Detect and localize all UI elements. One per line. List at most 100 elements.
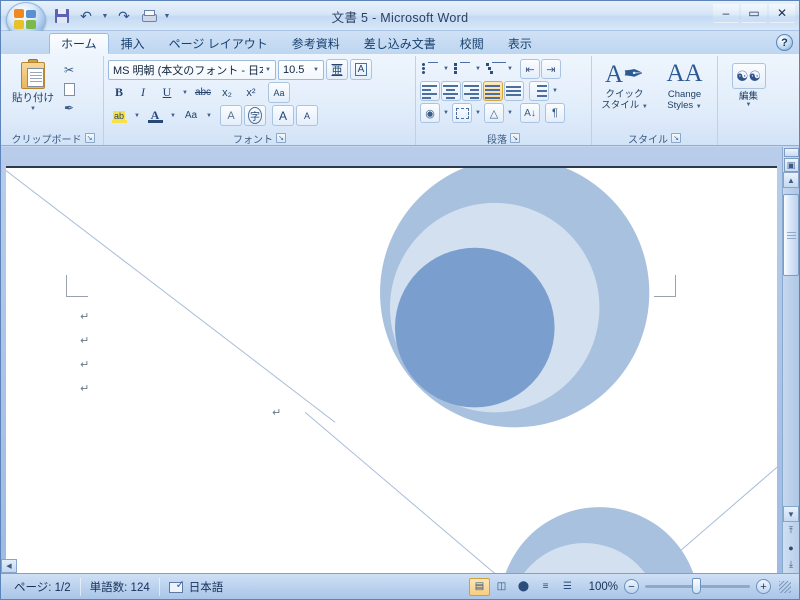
clipboard-group-label-row: クリップボード ↘	[7, 131, 99, 146]
phonetic-dropdown[interactable]: ▼	[505, 110, 515, 116]
subscript-button[interactable]: x₂	[216, 82, 238, 103]
align-center-button[interactable]	[441, 81, 461, 101]
bold-button[interactable]: B	[108, 82, 130, 103]
word-count-indicator[interactable]: 単語数: 124	[81, 577, 160, 596]
document-page[interactable]: ↵ ↵ ↵ ↵ ↵	[6, 166, 777, 573]
shading-dropdown[interactable]: ▼	[441, 110, 451, 116]
scroll-up-button[interactable]: ▲	[783, 172, 799, 188]
minimize-button[interactable]: –	[713, 3, 739, 23]
vertical-scroll-thumb[interactable]	[783, 194, 799, 276]
vertical-scroll-track[interactable]	[783, 188, 799, 506]
split-window-handle[interactable]	[783, 148, 799, 157]
show-formatting-marks-button[interactable]: ¶	[545, 103, 565, 123]
italic-button[interactable]: I	[132, 82, 154, 103]
zoom-slider-handle[interactable]	[692, 578, 701, 594]
tab-insert[interactable]: 挿入	[109, 33, 157, 54]
zoom-out-button[interactable]: −	[624, 579, 639, 594]
numbering-button[interactable]	[452, 59, 472, 79]
change-styles-button[interactable]: AA Change Styles ▼	[657, 59, 713, 113]
select-browse-object-button[interactable]: ●	[783, 539, 799, 556]
help-icon[interactable]: ?	[776, 34, 793, 51]
highlight-icon: ab	[112, 110, 125, 121]
enclose-character-button[interactable]: Aa	[180, 105, 202, 126]
tab-references[interactable]: 参考資料	[280, 33, 352, 54]
format-painter-button[interactable]: ✒	[59, 99, 79, 117]
bullets-button[interactable]	[420, 59, 440, 79]
font-dialog-launcher[interactable]: ↘	[276, 133, 286, 143]
sort-button[interactable]: A↓	[520, 103, 540, 123]
borders-dropdown[interactable]: ▼	[473, 110, 483, 116]
enclose-circle-button[interactable]: 字	[244, 105, 266, 126]
zoom-level-label[interactable]: 100%	[584, 581, 618, 593]
multilevel-list-button[interactable]	[484, 59, 506, 79]
line-spacing-button[interactable]	[529, 81, 549, 101]
clipboard-dialog-launcher[interactable]: ↘	[84, 133, 95, 143]
document-decorative-shapes	[6, 168, 777, 573]
horizontal-scroll-left-button[interactable]: ◀	[1, 559, 17, 573]
zoom-slider[interactable]	[645, 578, 750, 594]
line-spacing-dropdown[interactable]: ▼	[550, 88, 560, 94]
tab-mailings[interactable]: 差し込み文書	[352, 33, 448, 54]
borders-button[interactable]	[452, 103, 472, 123]
quick-styles-button[interactable]: A✒ クイック スタイル ▼	[597, 59, 653, 113]
print-layout-view-button[interactable]: ▤	[469, 577, 490, 596]
previous-object-button[interactable]: ⤒	[783, 522, 799, 539]
enclose-character-dropdown[interactable]: ▼	[204, 113, 214, 119]
paragraph-dialog-launcher[interactable]: ↘	[510, 133, 520, 143]
page-indicator[interactable]: ページ: 1/2	[5, 577, 81, 596]
copy-button[interactable]	[59, 80, 79, 98]
margin-corner-top-right	[654, 275, 676, 297]
web-layout-view-button[interactable]: ⬤	[513, 578, 534, 596]
phonetic-guide-button[interactable]: 亜	[326, 59, 348, 80]
justify-button[interactable]	[483, 81, 503, 101]
multilevel-list-dropdown[interactable]: ▼	[505, 66, 515, 72]
increase-indent-button[interactable]: ⇥	[541, 59, 561, 79]
highlight-dropdown[interactable]: ▼	[132, 113, 142, 119]
decrease-indent-button[interactable]: ⇤	[520, 59, 540, 79]
paste-button[interactable]: 貼り付け ▼	[7, 59, 59, 112]
draft-view-button[interactable]: ☰	[557, 578, 578, 596]
full-screen-reading-view-button[interactable]: ◫	[491, 578, 512, 596]
vertical-scrollbar[interactable]: ▣ ▲ ▼ ⤒ ● ⤓	[782, 147, 799, 573]
tab-home[interactable]: ホーム	[49, 33, 109, 54]
align-left-button[interactable]	[420, 81, 440, 101]
align-right-button[interactable]	[462, 81, 482, 101]
shading-button[interactable]: ◉	[420, 103, 440, 123]
language-indicator[interactable]: 日本語	[160, 578, 233, 596]
change-case-button[interactable]: Aa	[268, 82, 290, 103]
view-ruler-button[interactable]: ▣	[783, 158, 799, 172]
next-object-button[interactable]: ⤓	[783, 556, 799, 573]
font-color-button[interactable]: A	[144, 105, 166, 126]
scroll-down-button[interactable]: ▼	[783, 506, 799, 522]
styles-dialog-launcher[interactable]: ↘	[671, 133, 681, 143]
bullets-dropdown[interactable]: ▼	[441, 66, 451, 72]
strikethrough-button[interactable]: abc	[192, 82, 214, 103]
distribute-button[interactable]	[504, 81, 524, 101]
text-highlight-button[interactable]: ab	[108, 105, 130, 126]
superscript-button[interactable]: x²	[240, 82, 262, 103]
font-group-label: フォント	[233, 134, 273, 146]
cut-button[interactable]: ✂	[59, 61, 79, 79]
zoom-in-button[interactable]: +	[756, 579, 771, 594]
tab-view[interactable]: 表示	[496, 33, 544, 54]
underline-button[interactable]: U	[156, 82, 178, 103]
grow-font-button[interactable]: A	[272, 105, 294, 126]
editing-button[interactable]: ☯☯ 編集 ▼	[726, 63, 772, 108]
ribbon-group-clipboard: 貼り付け ▼ ✂ ✒ クリップボード ↘	[3, 56, 103, 146]
resize-grip[interactable]	[779, 580, 791, 593]
numbering-dropdown[interactable]: ▼	[473, 66, 483, 72]
tab-page-layout[interactable]: ページ レイアウト	[157, 33, 280, 54]
text-shading-button[interactable]: A	[220, 105, 242, 126]
close-button[interactable]: ✕	[769, 3, 795, 23]
outline-view-button[interactable]: ≡	[535, 578, 556, 596]
font-name-combobox[interactable]: MS 明朝 (本文のフォント - 日本語) ▼	[108, 59, 276, 80]
font-size-combobox[interactable]: 10.5 ▼	[278, 59, 324, 80]
underline-dropdown[interactable]: ▼	[180, 90, 190, 96]
decorative-line-2	[304, 411, 495, 573]
font-color-dropdown[interactable]: ▼	[168, 113, 178, 119]
maximize-button[interactable]: ▭	[741, 3, 767, 23]
phonetic-button[interactable]: △	[484, 103, 504, 123]
shrink-font-button[interactable]: A	[296, 105, 318, 126]
character-border-button[interactable]: A	[350, 59, 372, 80]
tab-review[interactable]: 校閲	[448, 33, 496, 54]
